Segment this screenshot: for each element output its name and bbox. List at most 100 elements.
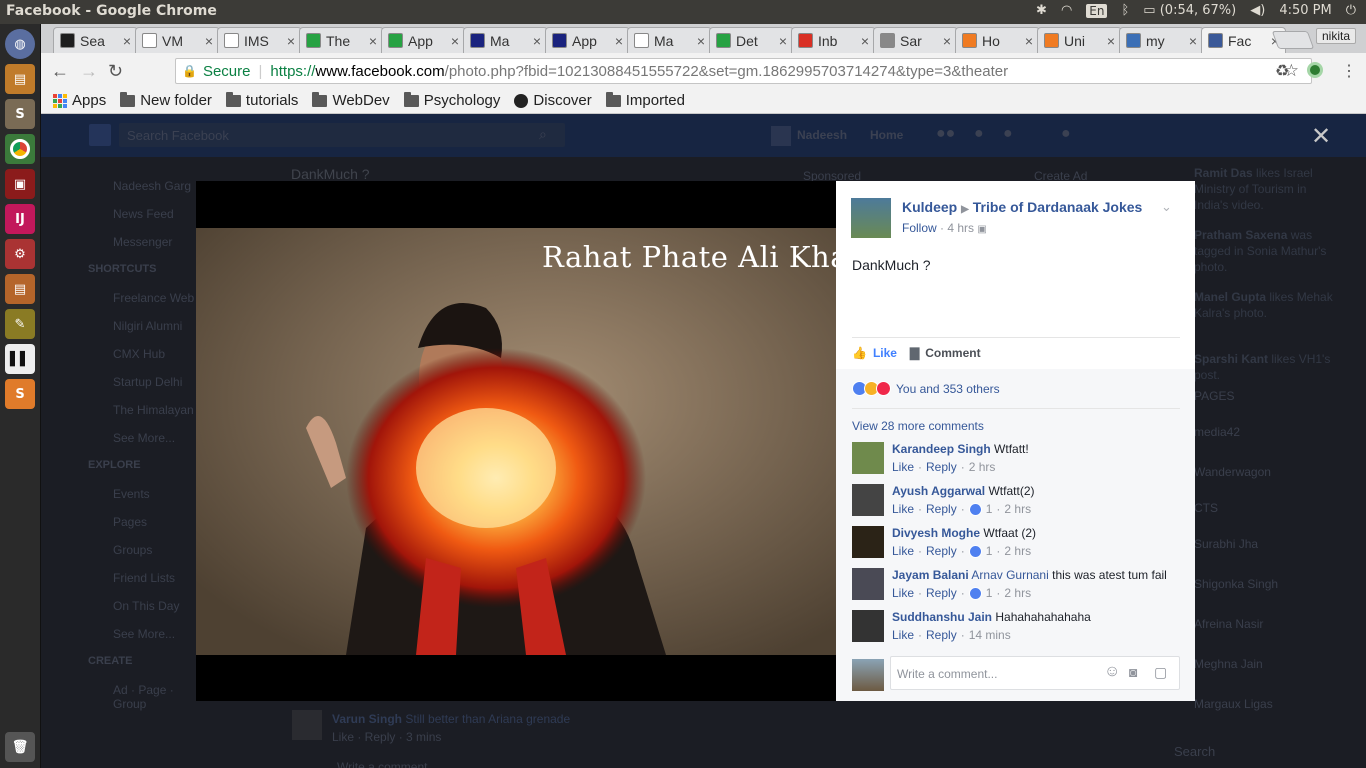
tab-close-icon[interactable]: × <box>533 33 541 49</box>
wifi-icon[interactable]: ◠ <box>1061 3 1072 18</box>
comment-avatar[interactable] <box>852 568 884 600</box>
archive-icon[interactable]: ▤ <box>5 274 35 304</box>
chat-contact[interactable]: Shigonka Singh <box>1194 577 1278 591</box>
left-nav-item[interactable]: Ad · Page · Group <box>113 683 196 711</box>
tab-close-icon[interactable]: × <box>287 33 295 49</box>
bookmark-psychology[interactable]: Psychology <box>403 91 500 109</box>
comment-reply-link[interactable]: Reply <box>926 502 957 516</box>
follow-link[interactable]: Follow <box>902 221 937 235</box>
bookmark-tutorials[interactable]: tutorials <box>225 91 298 109</box>
left-nav-item[interactable]: News Feed <box>113 207 174 221</box>
tab-close-icon[interactable]: × <box>123 33 131 49</box>
comment-author[interactable]: Ayush Aggarwal <box>892 484 985 498</box>
friends-icon[interactable]: ●● <box>936 125 955 143</box>
ticker-item[interactable]: Pratham Saxena was tagged in Sonia Mathu… <box>1194 227 1334 275</box>
tab-close-icon[interactable]: × <box>1107 33 1115 49</box>
comment-like-link[interactable]: Like <box>892 502 914 516</box>
bookmark-apps[interactable]: Apps <box>53 92 106 109</box>
left-nav-item[interactable]: Pages <box>113 515 147 529</box>
left-nav-item[interactable]: Events <box>113 487 150 501</box>
menu-icon[interactable]: ⋮ <box>1341 61 1357 81</box>
group-name[interactable]: Tribe of Dardanaak Jokes <box>973 199 1143 215</box>
reload-button[interactable]: ↻ <box>108 61 123 82</box>
messages-icon[interactable]: ● <box>974 125 984 143</box>
tab-close-icon[interactable]: × <box>779 33 787 49</box>
post-photo[interactable]: Rahat Phate Ali Khan <box>196 228 836 655</box>
comment-like-link[interactable]: Like <box>892 628 914 642</box>
camera-icon[interactable]: ◙ <box>1129 664 1137 680</box>
close-lightbox-icon[interactable]: ✕ <box>1311 122 1331 151</box>
browser-tab[interactable]: Det × <box>709 27 794 53</box>
terminal-icon[interactable]: ▣ <box>5 169 35 199</box>
browser-tab[interactable]: my × <box>1119 27 1204 53</box>
browser-tab[interactable]: Uni × <box>1037 27 1122 53</box>
comment-time[interactable]: 2 hrs <box>1004 502 1031 516</box>
settings-icon[interactable]: ⚙ <box>5 239 35 269</box>
profile-link[interactable]: Nadeesh <box>797 128 847 142</box>
browser-tab[interactable]: Ma × <box>463 27 548 53</box>
update-icon[interactable]: ✱ <box>1036 3 1047 18</box>
bookmark-webdev[interactable]: WebDev <box>312 91 390 109</box>
comment-like-count[interactable]: 1 <box>986 544 993 558</box>
chrome-icon[interactable] <box>5 134 35 164</box>
reaction-icons[interactable]: You and 353 others <box>852 381 1000 396</box>
comment-time[interactable]: 14 mins <box>969 628 1011 642</box>
facebook-search-input[interactable]: Search Facebook <box>119 123 565 147</box>
sublime-icon[interactable]: S <box>5 99 35 129</box>
tab-close-icon[interactable]: × <box>1189 33 1197 49</box>
author-avatar[interactable] <box>851 198 891 238</box>
bluetooth-icon[interactable]: ᛒ <box>1121 3 1129 18</box>
left-nav-item[interactable]: Groups <box>113 543 152 557</box>
comment-like-count[interactable]: 1 <box>986 502 993 516</box>
bookmark-discover[interactable]: Discover <box>514 92 592 109</box>
browser-tab[interactable]: IMS × <box>217 27 302 53</box>
browser-tab[interactable]: Sar × <box>873 27 958 53</box>
power-icon[interactable]: ⏻ <box>1346 3 1356 18</box>
back-button[interactable]: ← <box>51 61 69 82</box>
piano-icon[interactable]: ▌▌ <box>5 344 35 374</box>
browser-tab[interactable]: App × <box>381 27 466 53</box>
extension-recycle-icon[interactable]: ♻ <box>1275 61 1289 81</box>
left-nav-item[interactable]: CREATE <box>88 655 132 667</box>
left-nav-item[interactable]: On This Day <box>113 599 179 613</box>
comment-reply-link[interactable]: Reply <box>926 628 957 642</box>
left-nav-item[interactable]: Freelance Web <box>113 291 194 305</box>
battery-indicator[interactable]: ▭ (0:54, 67%) <box>1143 3 1236 18</box>
help-icon[interactable]: ● <box>1061 125 1071 143</box>
browser-tab[interactable]: VM × <box>135 27 220 53</box>
left-nav-item[interactable]: EXPLORE <box>88 459 141 471</box>
comment-author[interactable]: Karandeep Singh <box>892 442 991 456</box>
left-nav-item[interactable]: Friend Lists <box>113 571 175 585</box>
ticker-item[interactable]: Manel Gupta likes Mehak Kalra's photo. <box>1194 289 1334 321</box>
emoji-icon[interactable]: ☺ <box>1104 663 1120 681</box>
chat-contact[interactable]: Afreina Nasir <box>1194 617 1263 631</box>
editor-icon[interactable]: ✎ <box>5 309 35 339</box>
comment-time[interactable]: 2 hrs <box>1004 544 1031 558</box>
home-link[interactable]: Home <box>870 128 903 142</box>
globe-icon[interactable]: ● <box>1003 125 1013 143</box>
address-bar[interactable]: 🔒 Secure | https://www.facebook.com/phot… <box>175 58 1312 84</box>
left-nav-item[interactable]: Startup Delhi <box>113 375 182 389</box>
ticker-item[interactable]: Ramit Das likes Israel Ministry of Touri… <box>1194 165 1334 213</box>
extension-circle-icon[interactable] <box>1307 62 1323 78</box>
intellij-icon[interactable]: IJ <box>5 204 35 234</box>
post-time[interactable]: 4 hrs <box>947 221 974 235</box>
comment-like-link[interactable]: Like <box>892 460 914 474</box>
new-tab-button[interactable] <box>1271 31 1315 49</box>
browser-tab[interactable]: Ma × <box>627 27 712 53</box>
comment-avatar[interactable] <box>852 526 884 558</box>
clock[interactable]: 4:50 PM <box>1279 3 1331 18</box>
dash-icon[interactable]: ◍ <box>5 29 35 59</box>
trash-icon[interactable]: 🗑 <box>5 732 35 762</box>
tab-close-icon[interactable]: × <box>615 33 623 49</box>
tab-close-icon[interactable]: × <box>1025 33 1033 49</box>
left-nav-item[interactable]: Nilgiri Alumni <box>113 319 182 333</box>
comment-reply-link[interactable]: Reply <box>926 544 957 558</box>
comment-time[interactable]: 2 hrs <box>969 460 996 474</box>
comment-author[interactable]: Suddhanshu Jain <box>892 610 992 624</box>
profile-button[interactable]: nikita <box>1316 28 1357 44</box>
comment-time[interactable]: 2 hrs <box>1004 586 1031 600</box>
tab-close-icon[interactable]: × <box>697 33 705 49</box>
comment-avatar[interactable] <box>852 610 884 642</box>
chat-contact[interactable]: Margaux Ligas <box>1194 697 1273 711</box>
